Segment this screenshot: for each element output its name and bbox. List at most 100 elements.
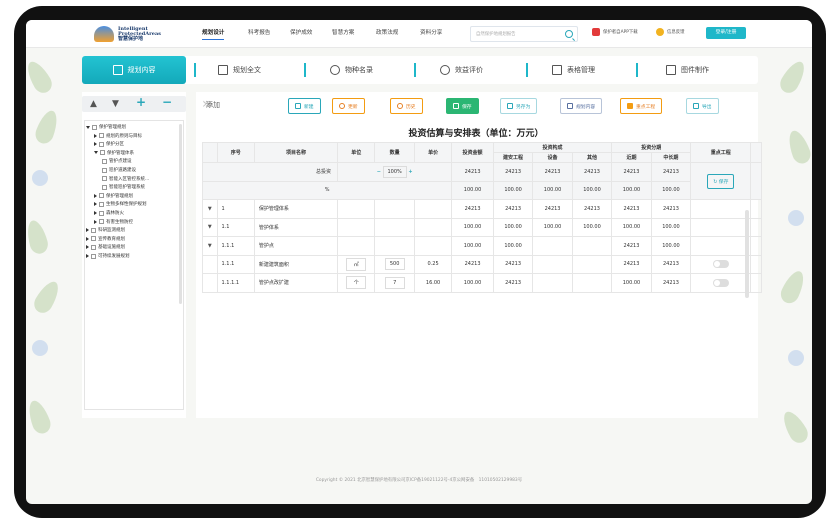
caret-right-icon[interactable] bbox=[86, 236, 89, 241]
nav-survey-report[interactable]: 科考报告 bbox=[248, 28, 270, 36]
caret-right-icon[interactable] bbox=[94, 193, 97, 198]
tab-benefit-evaluation[interactable]: 效益评价 bbox=[440, 62, 483, 78]
table-scrollbar[interactable] bbox=[745, 210, 749, 298]
input-unit[interactable]: 个 bbox=[346, 276, 367, 290]
feedback-link[interactable]: 信息反馈 bbox=[656, 28, 685, 36]
tree-item[interactable]: 规划的原则与目标 bbox=[94, 133, 142, 139]
cell-unit[interactable]: 个 bbox=[337, 273, 376, 293]
tree-checkbox[interactable] bbox=[91, 244, 96, 250]
add-label[interactable]: 添加 bbox=[206, 100, 220, 110]
nav-smart-solution[interactable]: 智慧方案 bbox=[332, 28, 354, 36]
tree-item[interactable]: 基础设施规划 bbox=[86, 244, 125, 250]
tab-full-text[interactable]: 规划全文 bbox=[218, 62, 261, 78]
tree-item[interactable]: 森林防火 bbox=[94, 210, 124, 216]
cell-price[interactable]: 16.00 bbox=[413, 273, 453, 293]
expand-icon[interactable]: ▼ bbox=[202, 199, 218, 219]
caret-right-icon[interactable] bbox=[94, 133, 97, 138]
caret-right-icon[interactable] bbox=[94, 211, 97, 215]
tree-checkbox[interactable] bbox=[99, 141, 104, 147]
row-save-button[interactable]: ↻ 保存 bbox=[707, 173, 735, 189]
tree-checkbox[interactable] bbox=[102, 176, 107, 182]
tree-item[interactable]: 保护管理规划 bbox=[94, 193, 133, 199]
key-project-toggle[interactable] bbox=[712, 260, 729, 269]
tab-plan-content[interactable]: 规划内容 bbox=[82, 56, 186, 84]
tree-checkbox[interactable] bbox=[99, 210, 104, 216]
update-button[interactable]: 更新 bbox=[332, 98, 365, 114]
tree-checkbox[interactable] bbox=[100, 150, 105, 156]
save-button[interactable]: 保存 bbox=[446, 98, 479, 114]
tree-checkbox[interactable] bbox=[91, 236, 96, 242]
table-row[interactable]: 1.1.1 新建建筑面积㎡ 500 0.25 24213 24213 24213 24213 bbox=[202, 254, 762, 274]
key-project-button[interactable]: 重点工程 bbox=[620, 98, 663, 114]
tab-table-management[interactable]: 表格管理 bbox=[552, 62, 595, 78]
caret-right-icon[interactable] bbox=[86, 245, 89, 250]
tree-checkbox[interactable] bbox=[99, 133, 104, 139]
zoom-out-button[interactable]: − bbox=[377, 169, 381, 175]
remove-node-button[interactable]: − bbox=[162, 95, 172, 109]
move-down-button[interactable]: ▼ bbox=[112, 97, 119, 111]
tree-checkbox[interactable] bbox=[99, 193, 104, 199]
search-input[interactable]: 自然保护地规划报告 bbox=[470, 26, 578, 42]
caret-right-icon[interactable] bbox=[94, 202, 97, 207]
tree-item[interactable]: 管护点建设 bbox=[102, 158, 132, 164]
table-row[interactable]: ▼ 1.1.1 管护点 100.00 100.00 24213 100.00 bbox=[202, 236, 762, 256]
tree-checkbox[interactable] bbox=[102, 184, 107, 190]
plan-content-button[interactable]: 规划内容 bbox=[560, 98, 603, 114]
tree-checkbox[interactable] bbox=[102, 158, 107, 164]
tree-checkbox[interactable] bbox=[91, 253, 96, 259]
table-row[interactable]: ▼ 1 保护管理体系 24213 24213 24213 24213 24213 24213 bbox=[202, 199, 762, 219]
site-logo[interactable]: Intelligent ProtectedAreas 智慧保护地 bbox=[94, 26, 161, 42]
input-qty[interactable]: 7 bbox=[384, 276, 405, 289]
save-as-button[interactable]: 另存为 bbox=[500, 98, 538, 114]
input-unit[interactable]: ㎡ bbox=[346, 257, 367, 271]
tree-item[interactable]: 保护管理规划 bbox=[86, 124, 126, 130]
nav-policy[interactable]: 政策法规 bbox=[376, 28, 398, 36]
tree-item[interactable]: 智能巡护管理系统 bbox=[102, 184, 145, 190]
nav-resources[interactable]: 资料分享 bbox=[420, 28, 442, 36]
cell-qty[interactable]: 500 bbox=[374, 254, 415, 274]
nav-plan-design[interactable]: 规划设计 bbox=[202, 28, 225, 40]
tree-item[interactable]: 科研监测规划 bbox=[86, 227, 125, 233]
caret-down-icon[interactable] bbox=[94, 151, 98, 155]
tree-checkbox[interactable] bbox=[102, 167, 107, 173]
tree-item[interactable]: 有害生物防控 bbox=[94, 219, 133, 225]
zoom-in-button[interactable]: + bbox=[408, 169, 412, 175]
tree-item[interactable]: 巡护道路建设 bbox=[102, 167, 136, 173]
tree-item[interactable]: 宣传教育规划 bbox=[86, 236, 125, 242]
caret-right-icon[interactable] bbox=[86, 228, 89, 233]
tree-scrollbar[interactable] bbox=[179, 124, 182, 304]
zoom-select[interactable]: 100% bbox=[382, 165, 407, 178]
caret-right-icon[interactable] bbox=[86, 254, 89, 258]
add-node-button[interactable]: + bbox=[136, 95, 146, 109]
tree-item[interactable]: 可持续发展规划 bbox=[86, 253, 130, 259]
key-project-toggle[interactable] bbox=[712, 278, 729, 287]
tab-species-list[interactable]: 物种名录 bbox=[330, 62, 373, 78]
table-row[interactable]: 1.1.1.1 管护点改扩建个 7 16.00 100.00 24213 100.00 242… bbox=[202, 273, 762, 293]
tree-checkbox[interactable] bbox=[92, 124, 97, 130]
cell-price[interactable]: 0.25 bbox=[413, 254, 453, 274]
tree-item[interactable]: 智能入区管控系统... bbox=[102, 176, 149, 182]
tree-item[interactable]: 生物多样性保护规划 bbox=[94, 201, 147, 207]
move-up-button[interactable]: ▲ bbox=[90, 97, 97, 111]
export-button[interactable]: 导出 bbox=[686, 98, 719, 114]
input-qty[interactable]: 500 bbox=[384, 258, 405, 271]
search-icon[interactable] bbox=[565, 30, 573, 38]
tree-checkbox[interactable] bbox=[99, 201, 104, 207]
tree-checkbox[interactable] bbox=[99, 219, 104, 225]
cell-unit[interactable]: ㎡ bbox=[337, 254, 376, 274]
expand-icon[interactable]: ▼ bbox=[202, 236, 218, 256]
table-row[interactable]: ▼ 1.1 管护体系 100.00 100.00 100.00 100.00 100.00 10… bbox=[202, 217, 762, 237]
app-download-link[interactable]: 保护者自APP下载 bbox=[592, 28, 638, 36]
caret-down-icon[interactable] bbox=[86, 125, 90, 129]
cell-qty[interactable]: 7 bbox=[374, 273, 415, 293]
expand-icon[interactable]: ▼ bbox=[202, 217, 218, 237]
tree-item[interactable]: 保护管理体系 bbox=[94, 150, 134, 156]
history-button[interactable]: 历史 bbox=[390, 98, 423, 114]
login-button[interactable]: 登录/注册 bbox=[706, 27, 746, 39]
tree-checkbox[interactable] bbox=[91, 227, 96, 233]
caret-right-icon[interactable] bbox=[94, 219, 97, 224]
new-button[interactable]: 新建 bbox=[288, 98, 321, 114]
nav-protection-effect[interactable]: 保护成效 bbox=[290, 28, 312, 36]
tree-item[interactable]: 保护分区 bbox=[94, 141, 124, 147]
caret-right-icon[interactable] bbox=[94, 142, 97, 147]
